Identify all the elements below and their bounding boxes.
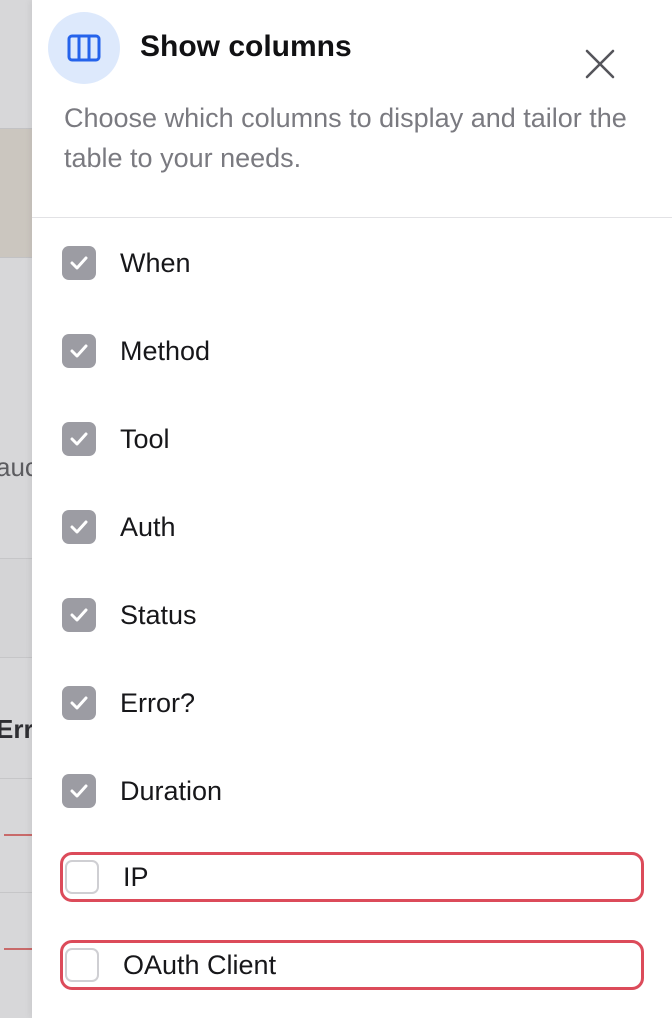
column-label: Tool xyxy=(120,423,170,454)
checkbox[interactable] xyxy=(62,686,96,720)
background-line xyxy=(4,834,34,836)
check-icon xyxy=(70,520,88,534)
drawer-title: Show columns xyxy=(140,30,352,63)
check-icon xyxy=(70,432,88,446)
column-label: OAuth Client xyxy=(123,949,277,980)
check-icon xyxy=(70,344,88,358)
drawer-description: Choose which columns to display and tail… xyxy=(64,103,627,173)
column-option-oauth-client[interactable]: OAuth Client xyxy=(60,940,644,990)
checkbox[interactable] xyxy=(65,860,99,894)
column-label: Status xyxy=(120,599,197,630)
close-button[interactable] xyxy=(580,44,620,84)
check-icon xyxy=(70,696,88,710)
column-option-method[interactable]: Method xyxy=(60,326,644,376)
background-line xyxy=(4,948,34,950)
column-option-auth[interactable]: Auth xyxy=(60,502,644,552)
checkbox[interactable] xyxy=(62,510,96,544)
column-label: Duration xyxy=(120,775,223,806)
column-label: Error? xyxy=(120,687,196,718)
checkbox[interactable] xyxy=(62,246,96,280)
column-option-duration[interactable]: Duration xyxy=(60,766,644,816)
checkbox[interactable] xyxy=(62,774,96,808)
check-icon xyxy=(70,256,88,270)
checkbox[interactable] xyxy=(65,948,99,982)
column-option-error[interactable]: Error? xyxy=(60,678,644,728)
checkbox[interactable] xyxy=(62,598,96,632)
column-option-ip[interactable]: IP xyxy=(60,852,644,902)
column-option-tool[interactable]: Tool xyxy=(60,414,644,464)
column-label: Auth xyxy=(120,511,176,542)
show-columns-drawer: Show columns Choose which columns to dis… xyxy=(32,0,672,1018)
drawer-header: Show columns Choose which columns to dis… xyxy=(32,0,672,218)
columns-icon xyxy=(48,12,120,84)
column-label: When xyxy=(120,247,191,278)
check-icon xyxy=(70,784,88,798)
background-text-fragment: Err xyxy=(0,714,34,744)
column-label: Method xyxy=(120,335,211,366)
column-label: IP xyxy=(123,861,149,892)
check-icon xyxy=(70,608,88,622)
column-option-status[interactable]: Status xyxy=(60,590,644,640)
checkbox[interactable] xyxy=(62,422,96,456)
checkbox[interactable] xyxy=(62,334,96,368)
column-option-when[interactable]: When xyxy=(60,238,644,288)
close-icon xyxy=(585,49,615,79)
